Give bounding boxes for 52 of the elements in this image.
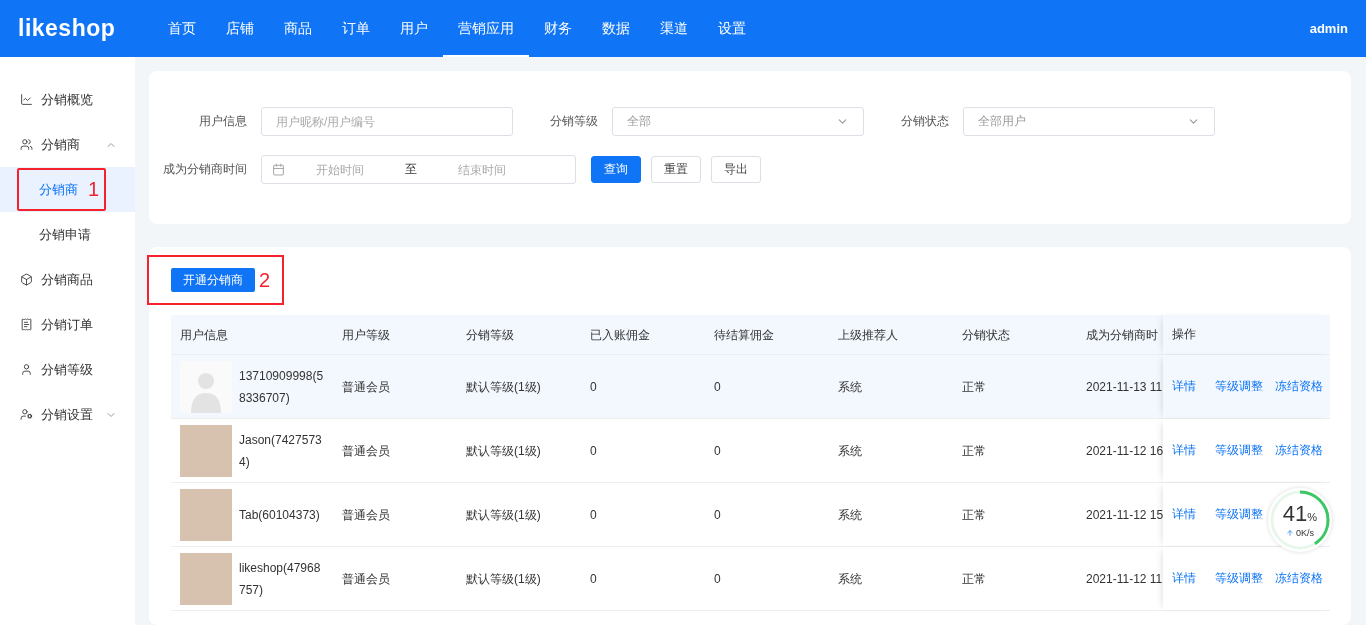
table-cell-text: 0 <box>713 570 722 588</box>
table-cell-text: 0 <box>589 506 598 524</box>
range-separator: 至 <box>405 161 417 178</box>
annotation-number: 1 <box>88 178 100 201</box>
table-cell-text: 2021-11-13 11 <box>1085 378 1163 396</box>
table-cell-text: 正常 <box>961 506 987 524</box>
table-cell-text: 0 <box>713 378 722 396</box>
column-header: 用户等级 <box>341 326 391 344</box>
user-name: likeshop(47968757) <box>239 559 322 599</box>
table-cell-text: 正常 <box>961 570 987 588</box>
table-cell-text: 0 <box>589 570 598 588</box>
user-name: Tab(60104373) <box>239 506 321 524</box>
percent-text: 41% <box>1282 502 1318 528</box>
user-name: Jason(74275734) <box>239 431 323 471</box>
field-label: 分销等级 <box>549 113 599 130</box>
sidebar-subitem-label: 分销商 <box>39 180 78 199</box>
table-cell-text: 0 <box>713 506 722 524</box>
table-cell-text: 2021-11-12 16 <box>1085 442 1163 460</box>
column-header: 成为分销商时 <box>1085 326 1159 344</box>
column-header: 上级推荐人 <box>837 326 899 344</box>
table-cell-text: 普通会员 <box>341 506 391 524</box>
column-header: 待结算佣金 <box>713 326 775 344</box>
column-header: 操作 <box>1163 315 1330 354</box>
table-cell-text: 默认等级(1级) <box>465 570 542 588</box>
column-header: 分销等级 <box>465 326 515 344</box>
column-header: 已入账佣金 <box>589 326 651 344</box>
table-cell-text: 系统 <box>837 506 863 524</box>
table-cell-text: 0 <box>589 442 598 460</box>
annotation-number: 2 <box>259 268 271 292</box>
table-cell-text: 系统 <box>837 442 863 460</box>
table-cell-text: 2021-11-12 11 <box>1085 570 1163 588</box>
table-cell-text: 正常 <box>961 442 987 460</box>
table-cell-text: 系统 <box>837 378 863 396</box>
field-label: 成为分销商时间 <box>162 161 248 178</box>
column-header: 分销状态 <box>961 326 1011 344</box>
user-name: 13710909998(58336707) <box>239 367 325 407</box>
field-label: 分销状态 <box>900 113 950 130</box>
table-cell-text: 普通会员 <box>341 570 391 588</box>
table-cell-text: 0 <box>589 378 598 396</box>
speed-text: 0K/s <box>1286 527 1314 538</box>
column-header: 用户信息 <box>179 326 229 344</box>
table-cell-text: 默认等级(1级) <box>465 506 542 524</box>
table-cell-text: 普通会员 <box>341 442 391 460</box>
table-cell-text: 正常 <box>961 378 987 396</box>
table-cell-text: 0 <box>713 442 722 460</box>
table-cell-text: 系统 <box>837 570 863 588</box>
table-cell-text: 默认等级(1级) <box>465 442 542 460</box>
table-cell-text: 普通会员 <box>341 378 391 396</box>
logo: likeshop <box>18 15 117 42</box>
table-cell-text: 2021-11-12 15 <box>1085 506 1163 524</box>
field-label: 用户信息 <box>198 113 248 130</box>
table-cell-text: 默认等级(1级) <box>465 378 542 396</box>
